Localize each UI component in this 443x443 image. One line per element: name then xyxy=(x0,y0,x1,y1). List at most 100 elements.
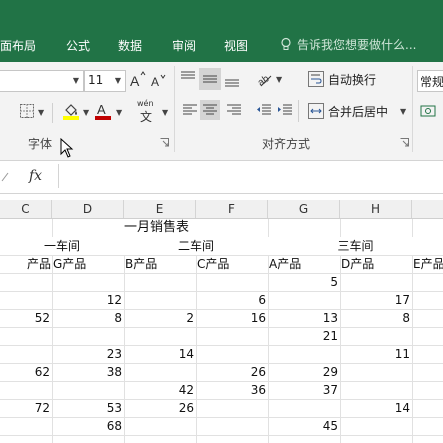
cell-c[interactable]: 52 xyxy=(0,309,52,327)
cell-f[interactable] xyxy=(196,417,268,435)
cell-e[interactable] xyxy=(124,417,196,435)
orientation-icon[interactable]: ab xyxy=(256,70,274,88)
cell-d[interactable] xyxy=(52,435,124,443)
cell-e[interactable] xyxy=(124,291,196,309)
workshop-2-cell[interactable]: 二车间 xyxy=(124,237,268,255)
cell-f[interactable] xyxy=(196,435,268,443)
column-header-g[interactable]: G xyxy=(268,200,340,218)
cell-h[interactable] xyxy=(340,327,412,345)
cell-h[interactable] xyxy=(340,363,412,381)
cell-f[interactable] xyxy=(196,327,268,345)
align-middle-button[interactable] xyxy=(199,68,221,90)
increase-font-icon[interactable]: A xyxy=(130,71,146,89)
workshop-1-cell[interactable]: 一车间 xyxy=(0,237,124,255)
chevron-down-icon[interactable]: ▼ xyxy=(38,108,44,117)
cell-d[interactable]: 53 xyxy=(52,399,124,417)
column-header-c[interactable]: C xyxy=(0,200,52,218)
cell-f[interactable] xyxy=(196,399,268,417)
number-format-dropdown[interactable]: 常规 xyxy=(417,70,443,92)
fill-color-icon[interactable] xyxy=(62,102,80,120)
cell-g[interactable] xyxy=(268,345,340,363)
align-left-icon[interactable] xyxy=(182,102,198,118)
cell-f[interactable] xyxy=(196,273,268,291)
cell-e[interactable]: 42 xyxy=(124,381,196,399)
cell-c[interactable] xyxy=(0,327,52,345)
tab-data[interactable]: 数据 xyxy=(118,37,142,54)
dialog-launcher-icon[interactable] xyxy=(160,138,169,147)
accounting-format-icon[interactable] xyxy=(420,102,438,120)
chevron-down-icon[interactable]: ▼ xyxy=(276,75,282,84)
column-header-h[interactable]: H xyxy=(340,200,412,218)
cell-c[interactable]: 72 xyxy=(0,399,52,417)
column-header-i[interactable] xyxy=(412,200,443,218)
cell-e[interactable]: 26 xyxy=(124,399,196,417)
decrease-indent-icon[interactable] xyxy=(256,102,272,118)
cell-g[interactable] xyxy=(268,291,340,309)
cell-h[interactable]: 17 xyxy=(340,291,412,309)
cell-h[interactable] xyxy=(340,435,412,443)
product-header-e[interactable]: B产品 xyxy=(125,255,196,273)
cell-c[interactable] xyxy=(0,291,52,309)
product-header-i[interactable]: E产品 xyxy=(413,255,443,273)
cell-c[interactable] xyxy=(0,273,52,291)
cell-e[interactable] xyxy=(124,273,196,291)
decrease-font-icon[interactable]: A xyxy=(151,73,167,89)
cell-e[interactable] xyxy=(124,435,196,443)
align-top-button[interactable] xyxy=(178,66,198,88)
cell-d[interactable]: 12 xyxy=(52,291,124,309)
cell-d[interactable]: 23 xyxy=(52,345,124,363)
cell-f[interactable]: 26 xyxy=(196,363,268,381)
cell-c[interactable]: 62 xyxy=(0,363,52,381)
sheet-title-cell[interactable]: 一月销售表 xyxy=(124,219,224,237)
tab-view[interactable]: 视图 xyxy=(224,37,248,54)
cell-d[interactable]: 38 xyxy=(52,363,124,381)
cell-h[interactable]: 11 xyxy=(340,345,412,363)
cell-g[interactable] xyxy=(268,399,340,417)
font-name-dropdown[interactable]: ▼ xyxy=(0,70,84,92)
cell-f[interactable]: 36 xyxy=(196,381,268,399)
product-header-g[interactable]: A产品 xyxy=(269,255,340,273)
cell-e[interactable] xyxy=(124,363,196,381)
chevron-down-icon[interactable]: ▼ xyxy=(83,108,89,117)
column-header-f[interactable]: F xyxy=(196,200,268,218)
product-header-c[interactable]: 产品 xyxy=(0,255,52,273)
tab-page-layout[interactable]: 面布局 xyxy=(0,37,36,54)
cell-g[interactable]: 21 xyxy=(268,327,340,345)
tab-review[interactable]: 审阅 xyxy=(172,37,196,54)
cell-e[interactable] xyxy=(124,327,196,345)
cell-g[interactable]: 45 xyxy=(268,417,340,435)
dialog-launcher-icon[interactable] xyxy=(400,138,409,147)
cell-d[interactable]: 8 xyxy=(52,309,124,327)
cell-g[interactable]: 37 xyxy=(268,381,340,399)
cell-g[interactable]: 29 xyxy=(268,363,340,381)
formula-input[interactable] xyxy=(58,164,443,188)
chevron-down-icon[interactable]: ▼ xyxy=(162,108,168,117)
cell-d[interactable] xyxy=(52,273,124,291)
column-header-d[interactable]: D xyxy=(52,200,124,218)
font-size-dropdown[interactable]: 11 ▼ xyxy=(84,70,126,92)
cell-c[interactable] xyxy=(0,417,52,435)
cell-f[interactable] xyxy=(196,345,268,363)
cell-c[interactable] xyxy=(0,345,52,363)
wrap-text-button[interactable]: 自动换行 xyxy=(306,68,396,90)
cell-d[interactable] xyxy=(52,381,124,399)
phonetic-guide-button[interactable]: wén 文 xyxy=(136,99,160,124)
font-color-icon[interactable]: A xyxy=(95,102,111,120)
borders-icon[interactable] xyxy=(20,104,34,118)
product-header-f[interactable]: C产品 xyxy=(197,255,268,273)
cell-f[interactable]: 6 xyxy=(196,291,268,309)
column-header-e[interactable]: E xyxy=(124,200,196,218)
merge-center-button[interactable]: 合并后居中 ▼ xyxy=(306,100,410,122)
more-options-icon[interactable] xyxy=(0,171,10,183)
cell-h[interactable]: 14 xyxy=(340,399,412,417)
increase-indent-icon[interactable] xyxy=(277,102,293,118)
cell-f[interactable]: 16 xyxy=(196,309,268,327)
align-right-icon[interactable] xyxy=(226,102,242,118)
workshop-3-cell[interactable]: 三车间 xyxy=(268,237,443,255)
cell-h[interactable]: 8 xyxy=(340,309,412,327)
align-bottom-button[interactable] xyxy=(222,68,242,90)
cell-h[interactable] xyxy=(340,381,412,399)
cell-d[interactable]: 68 xyxy=(52,417,124,435)
cell-d[interactable] xyxy=(52,327,124,345)
cell-h[interactable] xyxy=(340,273,412,291)
